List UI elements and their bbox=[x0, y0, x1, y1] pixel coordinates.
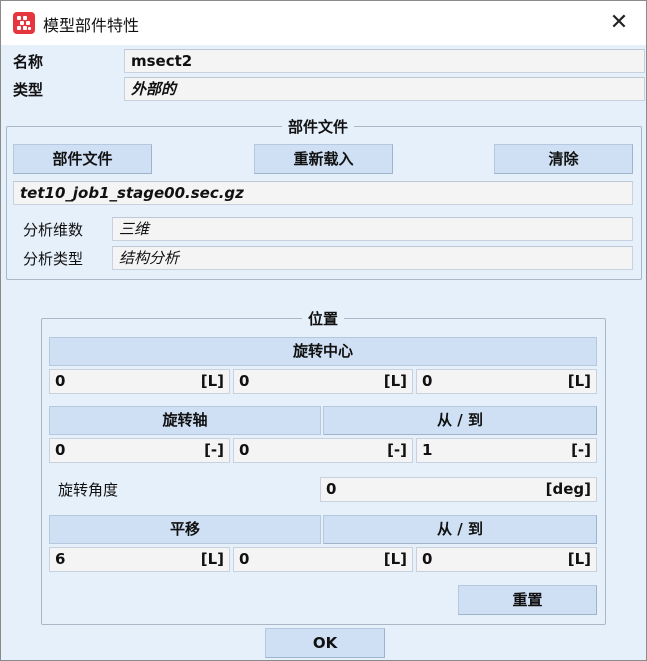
field-value: 0 bbox=[55, 441, 66, 459]
rotation-axis-y-field[interactable]: 0 [-] bbox=[233, 438, 413, 463]
field-value: 0 bbox=[239, 372, 250, 390]
rotation-axis-from-to-button[interactable]: 从 / 到 bbox=[323, 406, 597, 435]
title-bar: 模型部件特性 ✕ bbox=[1, 1, 646, 45]
rotation-angle-label: 旋转角度 bbox=[58, 481, 119, 499]
rotation-angle-field[interactable]: 0 [deg] bbox=[320, 477, 597, 502]
unit-label: [-] bbox=[387, 441, 407, 459]
name-label: 名称 bbox=[13, 53, 44, 71]
rotation-axis-x-field[interactable]: 0 [-] bbox=[49, 438, 230, 463]
rotation-center-header: 旋转中心 bbox=[49, 337, 597, 366]
field-value: 0 bbox=[239, 550, 250, 568]
analysis-dimension-field: 三维 bbox=[112, 217, 633, 241]
unit-label: [L] bbox=[383, 550, 407, 568]
part-file-button[interactable]: 部件文件 bbox=[13, 144, 152, 174]
ok-button[interactable]: OK bbox=[265, 628, 385, 658]
field-value: 0 bbox=[422, 372, 433, 390]
name-field[interactable]: msect2 bbox=[124, 49, 645, 73]
rotation-center-x-field[interactable]: 0 [L] bbox=[49, 369, 230, 394]
translation-z-field[interactable]: 0 [L] bbox=[416, 547, 597, 572]
reset-button[interactable]: 重置 bbox=[458, 585, 597, 615]
field-value: 0 bbox=[239, 441, 250, 459]
unit-label: [L] bbox=[383, 372, 407, 390]
close-icon[interactable]: ✕ bbox=[605, 9, 633, 37]
clear-button[interactable]: 清除 bbox=[494, 144, 633, 174]
translation-y-field[interactable]: 0 [L] bbox=[233, 547, 413, 572]
field-value: 6 bbox=[55, 550, 66, 568]
unit-label: [L] bbox=[567, 372, 591, 390]
rotation-center-z-field[interactable]: 0 [L] bbox=[416, 369, 597, 394]
model-part-properties-dialog: 模型部件特性 ✕ 名称 msect2 类型 外部的 部件文件 部件文件 重新载入… bbox=[0, 0, 647, 661]
unit-label: [L] bbox=[567, 550, 591, 568]
type-label: 类型 bbox=[13, 81, 44, 99]
unit-label: [L] bbox=[200, 372, 224, 390]
unit-label: [L] bbox=[200, 550, 224, 568]
translation-x-field[interactable]: 6 [L] bbox=[49, 547, 230, 572]
field-value: 0 bbox=[55, 372, 66, 390]
unit-label: [deg] bbox=[545, 480, 591, 498]
field-value: 0 bbox=[422, 550, 433, 568]
field-value: 0 bbox=[326, 480, 337, 498]
type-field: 外部的 bbox=[124, 77, 645, 101]
field-value: 1 bbox=[422, 441, 433, 459]
rotation-axis-z-field[interactable]: 1 [-] bbox=[416, 438, 597, 463]
analysis-dimension-label: 分析维数 bbox=[23, 221, 84, 239]
unit-label: [-] bbox=[571, 441, 591, 459]
position-group-title: 位置 bbox=[302, 308, 345, 329]
part-file-group-title: 部件文件 bbox=[282, 116, 355, 137]
translation-header: 平移 bbox=[49, 515, 321, 544]
window-title: 模型部件特性 bbox=[43, 16, 140, 35]
translation-from-to-button[interactable]: 从 / 到 bbox=[323, 515, 597, 544]
rotation-center-y-field[interactable]: 0 [L] bbox=[233, 369, 413, 394]
rotation-axis-header: 旋转轴 bbox=[49, 406, 321, 435]
reload-button[interactable]: 重新载入 bbox=[254, 144, 393, 174]
analysis-type-label: 分析类型 bbox=[23, 250, 84, 268]
unit-label: [-] bbox=[204, 441, 224, 459]
analysis-type-field: 结构分析 bbox=[112, 246, 633, 270]
part-filename-field[interactable]: tet10_job1_stage00.sec.gz bbox=[13, 181, 633, 205]
app-icon bbox=[13, 12, 35, 34]
